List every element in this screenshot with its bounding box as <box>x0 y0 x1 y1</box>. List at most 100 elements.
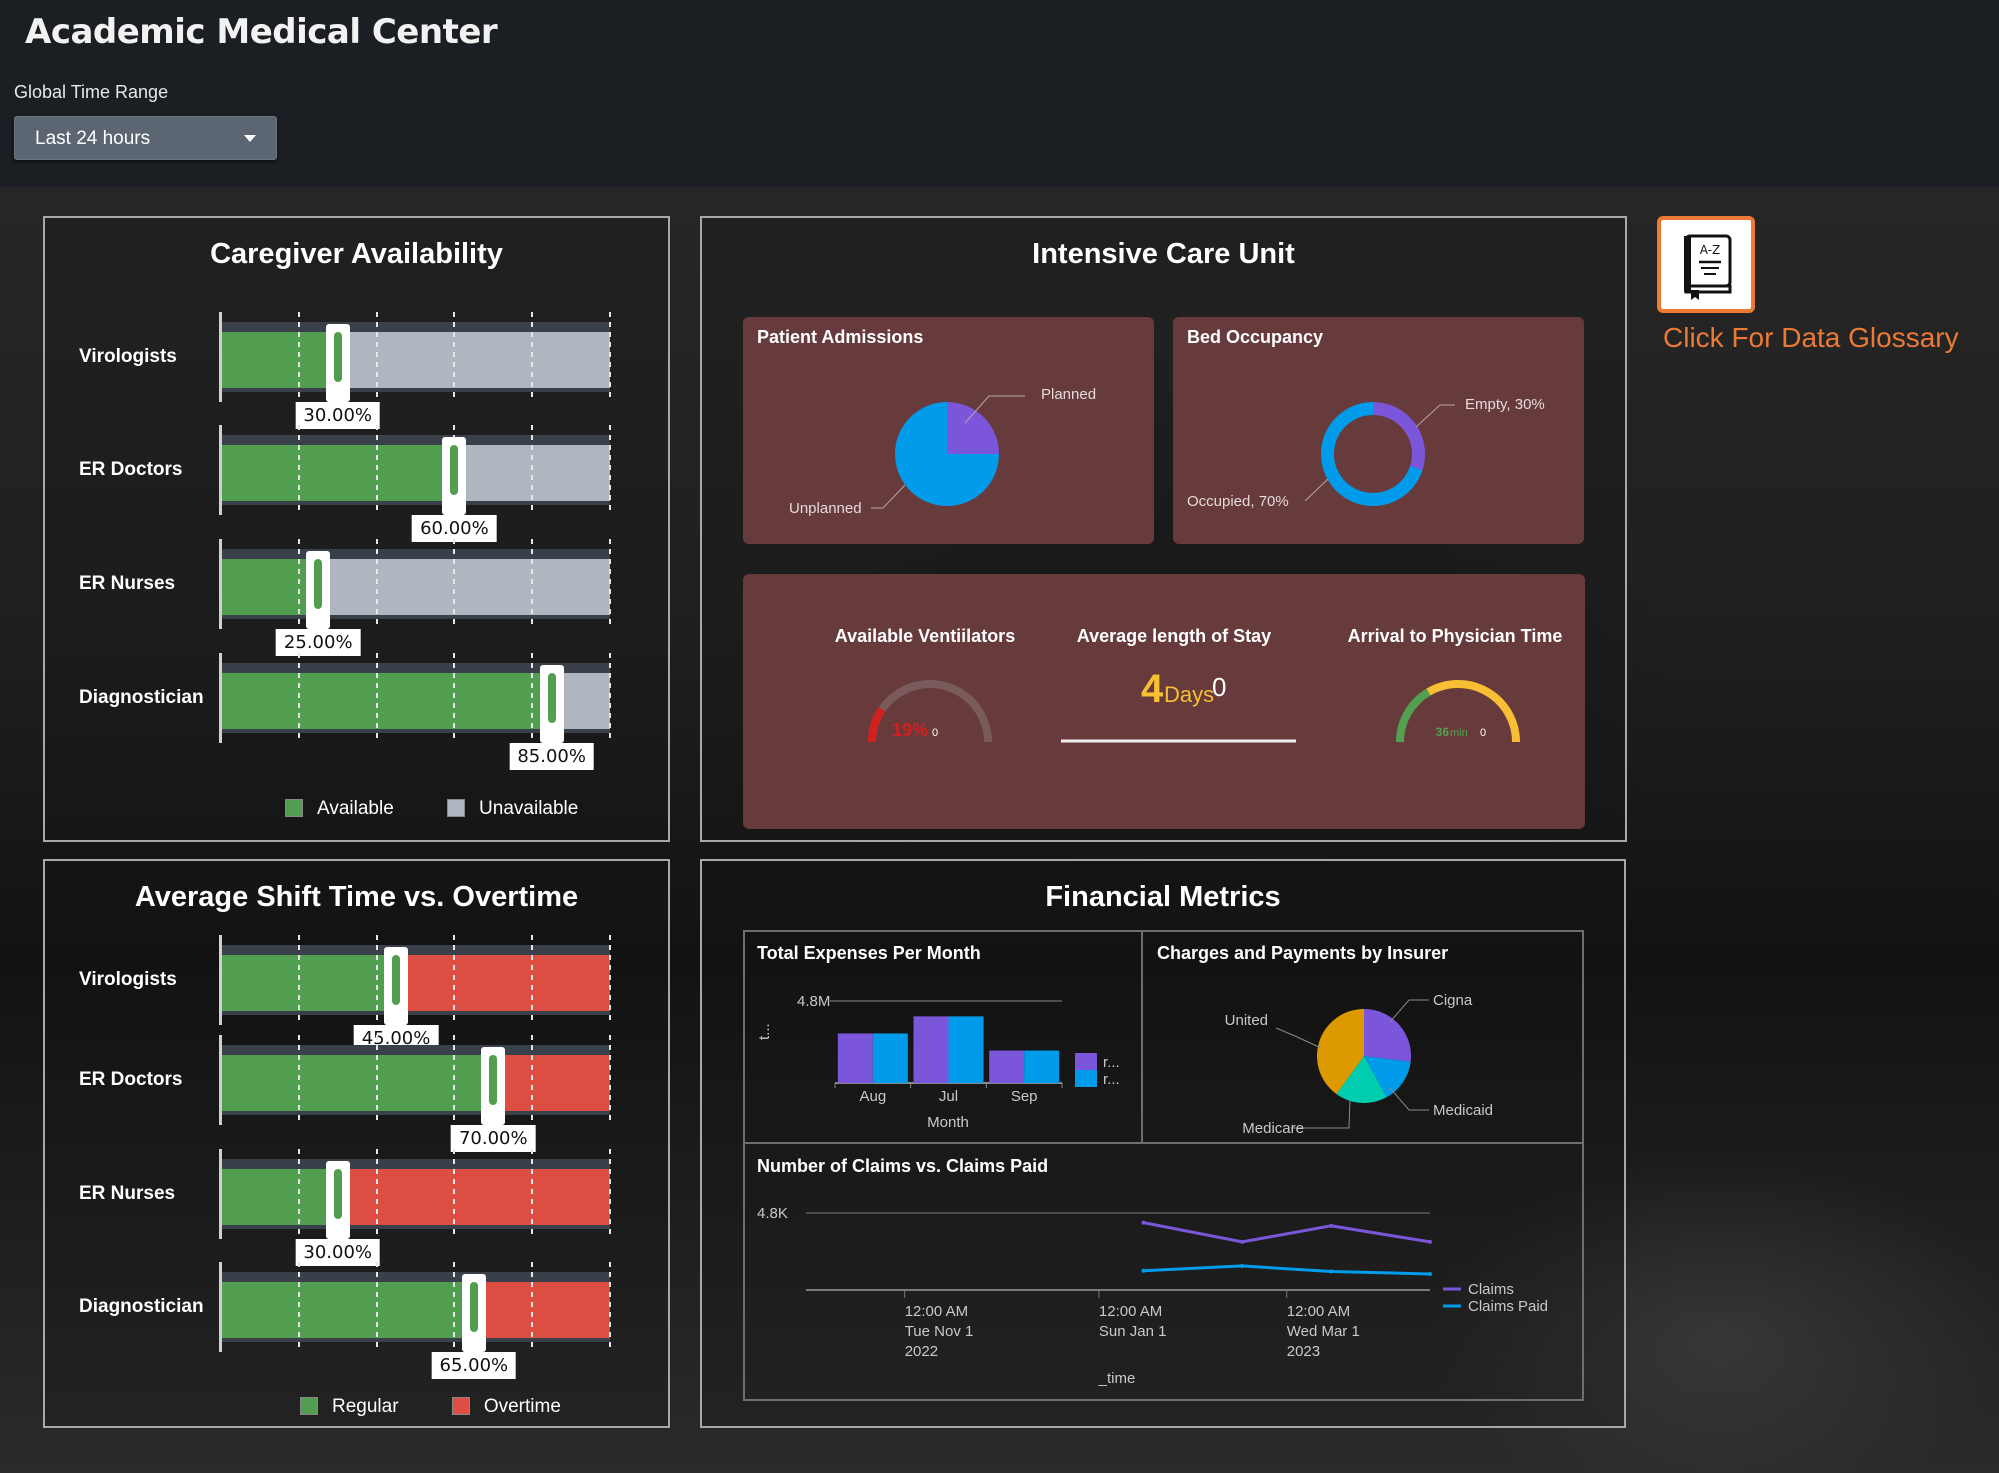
insurer-pie-chart: Cigna Medicaid Medicare United <box>1225 992 1493 1137</box>
arrival-value-number: 36 <box>1436 725 1450 739</box>
row-label: ER Nurses <box>79 573 176 594</box>
data-glossary-button[interactable]: A-Z <box>1657 216 1755 313</box>
gridline-tick <box>609 425 611 515</box>
pie-slice-planned[interactable] <box>947 402 999 454</box>
legend-label[interactable]: Claims <box>1468 1281 1514 1298</box>
target-marker <box>539 665 564 743</box>
icu-metrics-card: Available Ventiilators Average length of… <box>743 574 1585 829</box>
panel-title: Financial Metrics <box>1045 881 1281 913</box>
axis-line <box>219 312 222 402</box>
axis-line <box>219 1149 222 1239</box>
axis-line <box>219 539 222 629</box>
gridline-tick <box>453 1262 456 1352</box>
panel-title: Average Shift Time vs. Overtime <box>134 881 579 913</box>
data-point[interactable] <box>1240 1239 1245 1244</box>
x-axis-label: _time <box>1098 1370 1136 1387</box>
gridline-tick <box>609 935 611 1025</box>
leader-line <box>1304 478 1329 502</box>
gridline-tick <box>531 1149 534 1239</box>
bullet-fill <box>221 559 319 615</box>
bullet-row: ER Nurses 25.00% <box>45 539 668 656</box>
row-label: Virologists <box>79 346 177 367</box>
gridline-tick <box>531 1262 534 1352</box>
bullet-track: 60.00% <box>219 425 611 542</box>
patient-admissions-card: Patient Admissions Planned Unplanned <box>743 317 1154 544</box>
slice-label-empty: Empty, 30% <box>1465 396 1545 413</box>
series-line-claims[interactable] <box>1143 1221 1431 1244</box>
data-point[interactable] <box>1428 1271 1432 1276</box>
gridline-tick <box>531 425 534 515</box>
bar-jul-series-2[interactable] <box>948 1016 984 1083</box>
marker-pip <box>547 673 556 723</box>
legend-label: Overtime <box>483 1396 561 1417</box>
bullet-row: Diagnostician 65.00% <box>45 1262 668 1379</box>
time-range-label: Global Time Range <box>14 82 169 102</box>
bullet-row: Virologists 30.00% <box>45 312 668 429</box>
length-of-stay-number: 4 <box>1141 667 1164 711</box>
legend-label[interactable]: r... <box>1103 1071 1120 1088</box>
data-point[interactable] <box>1329 1269 1334 1274</box>
legend-item-regular: Regular <box>300 1396 399 1417</box>
legend-label[interactable]: r... <box>1103 1054 1120 1071</box>
bar-sep-series-2[interactable] <box>1024 1050 1060 1083</box>
time-range-dropdown[interactable]: Last 24 hours <box>14 116 277 160</box>
row-label: Diagnostician <box>79 1296 204 1317</box>
value-label: 85.00% <box>509 743 594 770</box>
axis-line <box>219 935 222 1025</box>
glossary-book-icon: A-Z <box>1684 234 1732 300</box>
time-range-value: Last 24 hours <box>35 128 151 149</box>
gauge-track <box>868 680 992 743</box>
shift-time-panel: Average Shift Time vs. Overtime Virologi… <box>43 859 670 1428</box>
series-line-claims-paid[interactable] <box>1143 1264 1431 1276</box>
data-point[interactable] <box>1329 1223 1334 1228</box>
gridline-tick <box>531 935 534 1025</box>
bullet-row: Virologists 45.00% <box>45 935 668 1052</box>
bullet-row: ER Doctors 70.00% <box>45 1035 668 1152</box>
bullet-track: 65.00% <box>219 1262 611 1379</box>
bar-aug-series-1[interactable] <box>837 1033 873 1083</box>
axis-line <box>219 1262 222 1352</box>
marker-pip <box>450 445 459 495</box>
bar-sep-series-1[interactable] <box>989 1050 1025 1083</box>
legend-swatch <box>1075 1053 1097 1070</box>
value-label: 65.00% <box>431 1352 517 1379</box>
gridline-tick <box>453 1149 456 1239</box>
pie-slice-cigna[interactable] <box>1364 1009 1411 1062</box>
financial-metrics-panel: Financial Metrics Total Expenses Per Mon… <box>700 859 1626 1428</box>
marker-pip <box>333 332 342 382</box>
marker-pip <box>392 955 401 1005</box>
legend-swatch <box>451 1397 470 1415</box>
data-point[interactable] <box>1428 1239 1432 1244</box>
legend-label[interactable]: Claims Paid <box>1468 1298 1548 1315</box>
length-of-stay-delta: 0 <box>1212 672 1226 702</box>
target-marker <box>325 324 350 402</box>
gridline-tick <box>453 1035 456 1125</box>
expenses-bar-chart: 4.8M t... Aug Jul Sep Month r...r... <box>756 993 1120 1131</box>
leader-line <box>1415 404 1455 428</box>
gauge-fill <box>868 707 886 743</box>
data-point[interactable] <box>1141 1220 1146 1225</box>
bullet-fill <box>221 332 338 388</box>
value-label: 60.00% <box>412 515 497 542</box>
data-glossary-link[interactable]: Click For Data Glossary <box>1663 322 1959 354</box>
bar-aug-series-2[interactable] <box>872 1033 908 1083</box>
row-label: ER Doctors <box>79 459 183 480</box>
bar-jul-series-1[interactable] <box>913 1016 949 1083</box>
gridline-tick <box>375 312 378 402</box>
slice-label-united: United <box>1225 1012 1268 1029</box>
marker-pip <box>314 559 323 609</box>
donut-slice-empty[interactable] <box>1372 402 1425 471</box>
bed-occupancy-card: Bed Occupancy Empty, 30% Occupied, 70% <box>1173 317 1584 544</box>
gridline-tick <box>453 653 456 743</box>
data-point[interactable] <box>1240 1263 1245 1268</box>
axis-line <box>219 1035 222 1125</box>
bullet-track: 70.00% <box>219 1035 611 1152</box>
gridline-tick <box>375 653 378 743</box>
value-label: 25.00% <box>275 629 361 656</box>
bullet-fill <box>221 673 552 729</box>
bullet-track: 85.00% <box>219 653 611 770</box>
target-marker <box>481 1047 506 1125</box>
data-point[interactable] <box>1141 1268 1146 1273</box>
row-label: ER Doctors <box>79 1069 183 1090</box>
gauges: 19% 0 36 min 0 4 Days 0 <box>868 667 1520 743</box>
